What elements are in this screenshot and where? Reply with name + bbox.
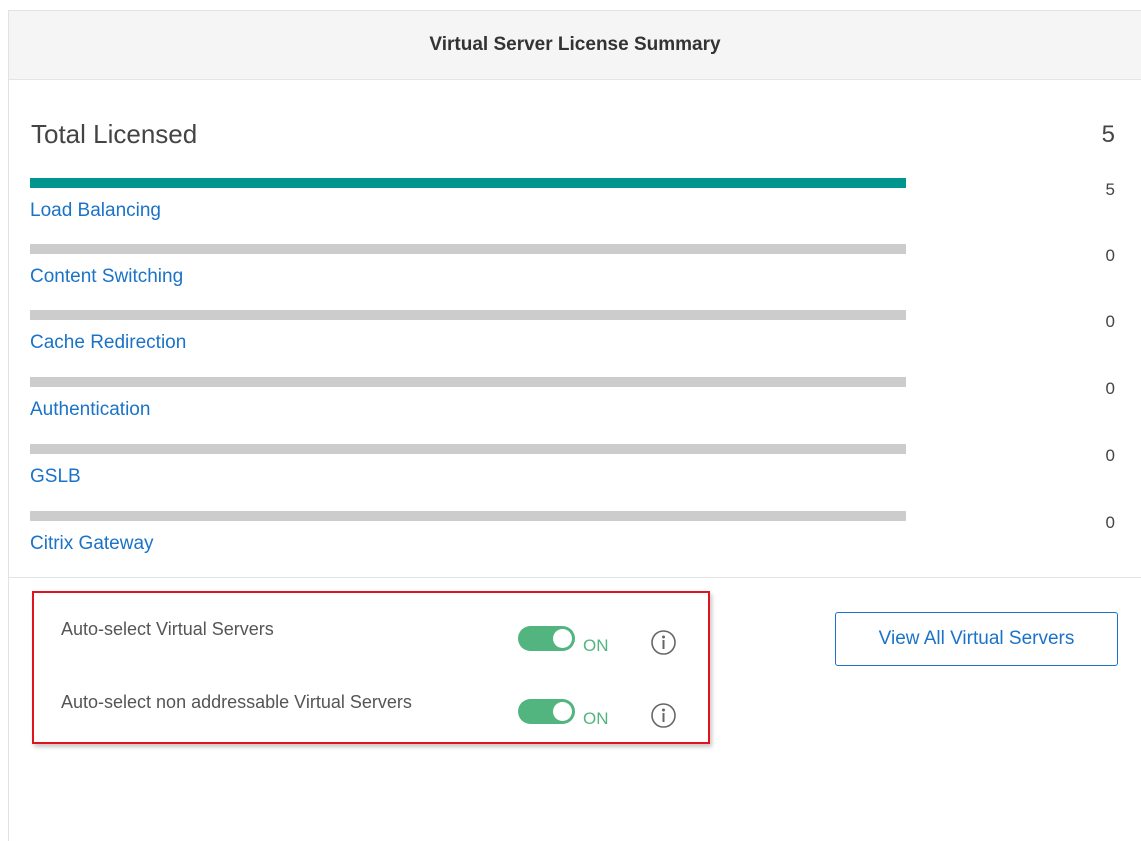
view-all-virtual-servers-button[interactable]: View All Virtual Servers [835, 612, 1118, 666]
auto-select-non-addressable-label: Auto-select non addressable Virtual Serv… [61, 692, 412, 712]
license-row-content-switching: Content Switching 0 [9, 244, 1141, 296]
license-row-authentication: Authentication 0 [9, 377, 1141, 429]
auto-select-non-addressable-row: Auto-select non addressable Virtual Serv… [34, 692, 708, 732]
license-row-load-balancing: Load Balancing 5 [9, 178, 1141, 230]
license-link-content-switching[interactable]: Content Switching [30, 266, 183, 288]
info-icon[interactable] [650, 629, 677, 656]
license-bar-track [30, 178, 906, 188]
license-count: 0 [1105, 312, 1115, 331]
license-count: 0 [1105, 379, 1115, 398]
license-link-load-balancing[interactable]: Load Balancing [30, 200, 161, 222]
auto-select-state: ON [583, 636, 609, 655]
license-link-gslb[interactable]: GSLB [30, 466, 81, 488]
license-count: 0 [1105, 513, 1115, 532]
section-divider [9, 577, 1141, 578]
total-licensed-label: Total Licensed [31, 119, 198, 149]
info-icon[interactable] [650, 702, 677, 729]
auto-select-toggle[interactable] [518, 626, 575, 651]
panel-title: Virtual Server License Summary [429, 34, 721, 55]
license-row-citrix-gateway: Citrix Gateway 0 [9, 511, 1141, 563]
license-bar-track [30, 310, 906, 320]
auto-select-non-addressable-state: ON [583, 709, 609, 728]
auto-select-row: Auto-select Virtual Servers ON [34, 619, 708, 659]
license-bar-track [30, 511, 906, 521]
toggle-knob [553, 702, 572, 721]
license-count: 0 [1105, 446, 1115, 465]
license-bar-fill [30, 178, 906, 188]
toggle-knob [553, 629, 572, 648]
total-licensed-value: 5 [1101, 121, 1115, 148]
license-row-gslb: GSLB 0 [9, 444, 1141, 496]
license-link-citrix-gateway[interactable]: Citrix Gateway [30, 533, 154, 555]
auto-select-label: Auto-select Virtual Servers [61, 619, 274, 639]
auto-select-settings-highlight: Auto-select Virtual Servers ON Auto-sele… [32, 591, 710, 744]
license-link-cache-redirection[interactable]: Cache Redirection [30, 332, 186, 354]
license-bar-track [30, 377, 906, 387]
license-link-authentication[interactable]: Authentication [30, 399, 150, 421]
license-summary-panel: Virtual Server License Summary Total Lic… [8, 10, 1141, 841]
license-bar-track [30, 244, 906, 254]
license-count: 0 [1105, 246, 1115, 265]
auto-select-non-addressable-toggle[interactable] [518, 699, 575, 724]
license-count: 5 [1105, 180, 1115, 199]
panel-header: Virtual Server License Summary [9, 11, 1141, 80]
license-row-cache-redirection: Cache Redirection 0 [9, 310, 1141, 362]
license-bar-track [30, 444, 906, 454]
